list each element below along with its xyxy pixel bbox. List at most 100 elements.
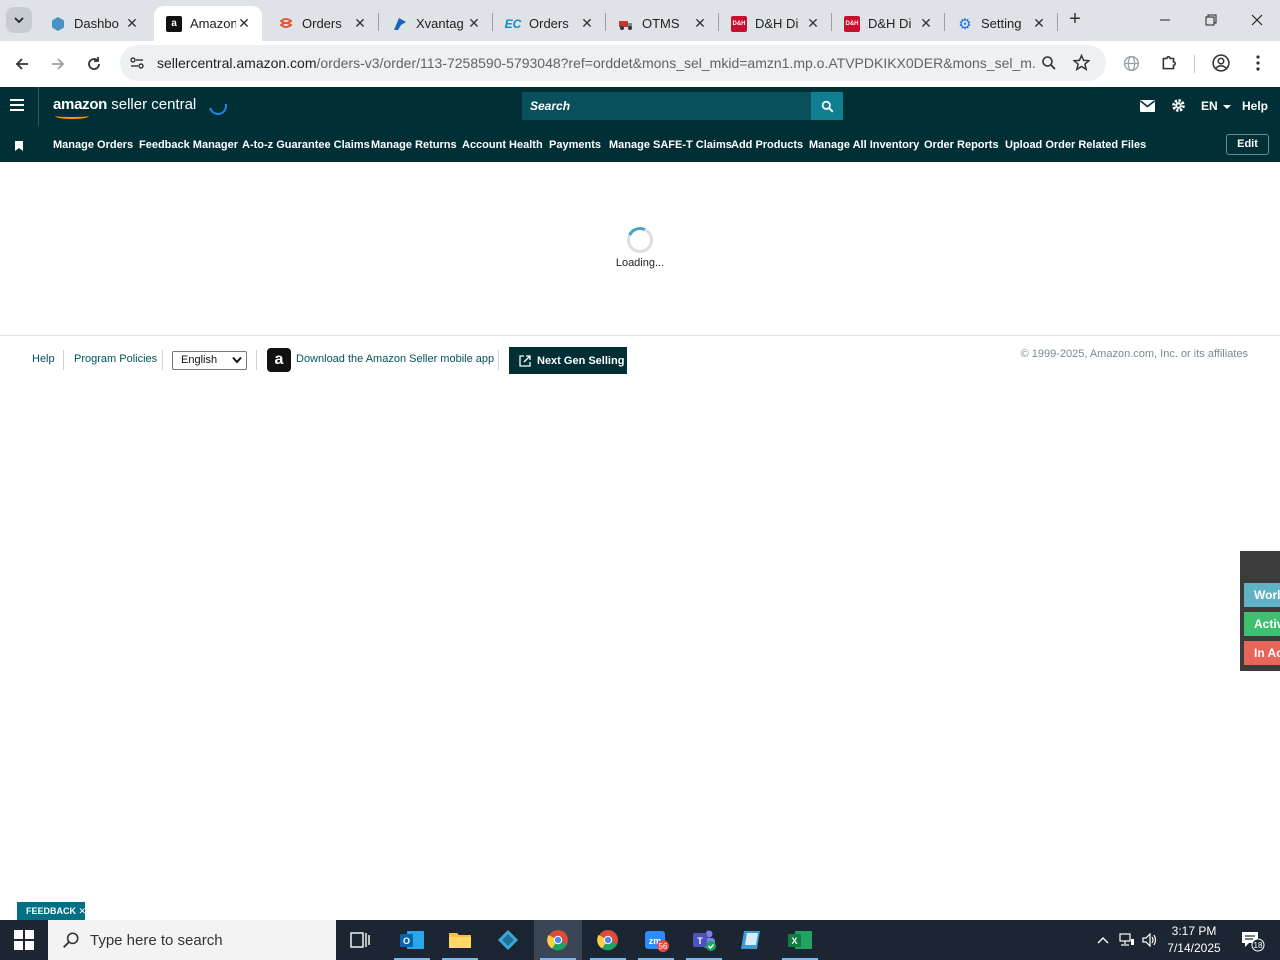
close-icon[interactable]: ✕ — [79, 906, 87, 916]
nav-payments[interactable]: Payments — [549, 139, 601, 151]
browser-menu-button[interactable] — [1245, 50, 1271, 76]
footer-help-link[interactable]: Help — [32, 353, 55, 365]
nav-manage-inventory[interactable]: Manage All Inventory — [809, 139, 919, 151]
tab-otms[interactable]: OTMS ✕ — [606, 6, 718, 41]
profile-button[interactable] — [1208, 50, 1234, 76]
taskbar-chrome-profile[interactable] — [586, 920, 630, 960]
svg-text:O: O — [403, 936, 410, 946]
diamond-app-icon — [498, 930, 518, 950]
settings-button[interactable] — [1171, 98, 1186, 118]
tab-amazon[interactable]: a Amazon ✕ — [154, 6, 262, 41]
footer-divider — [0, 335, 1280, 336]
new-tab-button[interactable]: + — [1064, 8, 1086, 30]
start-button[interactable] — [14, 930, 34, 955]
edit-nav-button[interactable]: Edit — [1226, 134, 1269, 155]
tab-xvantage[interactable]: Xvantag ✕ — [380, 6, 492, 41]
next-gen-selling-button[interactable]: Next Gen Selling — [509, 347, 627, 374]
nav-add-products[interactable]: Add Products — [731, 139, 803, 151]
reload-button[interactable] — [80, 50, 108, 78]
close-icon[interactable]: ✕ — [124, 15, 140, 32]
nav-manage-orders[interactable]: Manage Orders — [53, 139, 133, 151]
bookmark-icon[interactable] — [15, 138, 23, 156]
nav-manage-returns[interactable]: Manage Returns — [371, 139, 457, 151]
taskbar-app-paper[interactable] — [730, 920, 774, 960]
translate-button[interactable] — [1118, 50, 1144, 76]
close-icon[interactable]: ✕ — [918, 15, 934, 32]
side-widget-item-inactive[interactable]: In Ac — [1244, 641, 1280, 665]
taskbar-outlook[interactable]: O — [390, 920, 434, 960]
tab-dashboard[interactable]: Dashbo ✕ — [38, 6, 150, 41]
volume-button[interactable] — [1139, 920, 1161, 960]
taskbar-clock[interactable]: 3:17 PM 7/14/2025 — [1163, 923, 1225, 957]
back-button[interactable] — [8, 50, 36, 78]
browser-tab-strip: Dashbo ✕ a Amazon ✕ Orders ✕ Xvantag ✕ E… — [0, 0, 1280, 41]
nav-upload-order-files[interactable]: Upload Order Related Files — [1005, 139, 1146, 151]
extensions-button[interactable] — [1156, 50, 1182, 76]
close-icon[interactable]: ✕ — [352, 15, 368, 32]
restore-button[interactable] — [1196, 6, 1226, 34]
side-widget-item-active[interactable]: Activ — [1244, 612, 1280, 636]
taskbar-file-explorer[interactable] — [438, 920, 482, 960]
tab-dh-1[interactable]: D&H D&H Di ✕ — [719, 6, 831, 41]
amazon-app-icon[interactable]: a — [267, 348, 291, 372]
taskbar-search-input[interactable]: Type here to search — [48, 920, 336, 960]
nav-safe-t-claims[interactable]: Manage SAFE-T Claims — [609, 139, 732, 151]
tab-search-button[interactable] — [6, 7, 32, 33]
feedback-tab[interactable]: FEEDBACK ✕ — [17, 902, 87, 920]
seller-central-logo[interactable]: amazon seller central — [53, 96, 196, 119]
minimize-button[interactable] — [1150, 6, 1180, 34]
close-window-button[interactable] — [1242, 6, 1272, 34]
language-selector[interactable]: EN — [1201, 99, 1232, 113]
taskbar-chrome[interactable] — [534, 920, 582, 960]
svg-text:56: 56 — [659, 942, 668, 951]
taskbar-app-diamond[interactable] — [486, 920, 530, 960]
tab-separator — [831, 13, 832, 31]
close-icon[interactable]: ✕ — [466, 15, 482, 32]
forward-button[interactable] — [44, 50, 72, 78]
close-icon[interactable]: ✕ — [1031, 15, 1047, 32]
tab-orders[interactable]: Orders ✕ — [266, 6, 378, 41]
more-vertical-icon — [1256, 55, 1260, 71]
address-bar[interactable]: sellercentral.amazon.com/orders-v3/order… — [120, 45, 1106, 81]
nav-account-health[interactable]: Account Health — [462, 139, 543, 151]
taskbar-zoom[interactable]: zm 56 — [634, 920, 678, 960]
help-link[interactable]: Help — [1242, 99, 1268, 113]
chrome-icon — [547, 930, 568, 951]
footer-separator — [162, 350, 163, 370]
task-view-button[interactable] — [338, 920, 382, 960]
site-info-icon[interactable] — [129, 55, 145, 71]
hexagon-icon — [50, 16, 66, 32]
tab-settings[interactable]: ⚙ Setting ✕ — [945, 6, 1057, 41]
nav-feedback-manager[interactable]: Feedback Manager — [139, 139, 238, 151]
notification-icon: 18 — [1242, 932, 1265, 952]
close-icon[interactable]: ✕ — [692, 15, 708, 32]
tab-dh-2[interactable]: D&H D&H Di ✕ — [832, 6, 944, 41]
search-input[interactable]: Search — [522, 92, 812, 120]
mobile-app-link[interactable]: Download the Amazon Seller mobile app — [296, 353, 494, 365]
reload-icon — [88, 57, 100, 70]
close-icon — [1251, 14, 1263, 26]
network-button[interactable] — [1116, 920, 1138, 960]
close-icon[interactable]: ✕ — [579, 15, 595, 32]
footer-language-select[interactable]: English — [172, 351, 247, 370]
hamburger-menu-button[interactable] — [10, 98, 26, 117]
notifications-button[interactable]: 18 — [1234, 920, 1270, 960]
tab-separator — [718, 13, 719, 31]
tab-orders-ec[interactable]: EC Orders ✕ — [493, 6, 605, 41]
nav-a-to-z-claims[interactable]: A-to-z Guarantee Claims — [242, 139, 370, 151]
tab-separator — [605, 13, 606, 31]
taskbar-teams[interactable]: T — [682, 920, 726, 960]
mail-icon — [1140, 100, 1155, 112]
taskbar-excel[interactable]: X — [778, 920, 822, 960]
close-icon[interactable]: ✕ — [236, 15, 252, 32]
toolbar-divider — [1194, 55, 1195, 73]
side-widget-item-work[interactable]: Worl — [1244, 583, 1280, 607]
star-icon[interactable] — [1073, 54, 1090, 71]
messages-button[interactable] — [1140, 99, 1155, 117]
search-button[interactable] — [811, 92, 843, 120]
zoom-icon[interactable] — [1041, 55, 1057, 71]
show-hidden-icons-button[interactable] — [1092, 920, 1114, 960]
nav-order-reports[interactable]: Order Reports — [924, 139, 999, 151]
close-icon[interactable]: ✕ — [805, 15, 821, 32]
program-policies-link[interactable]: Program Policies — [74, 353, 157, 365]
